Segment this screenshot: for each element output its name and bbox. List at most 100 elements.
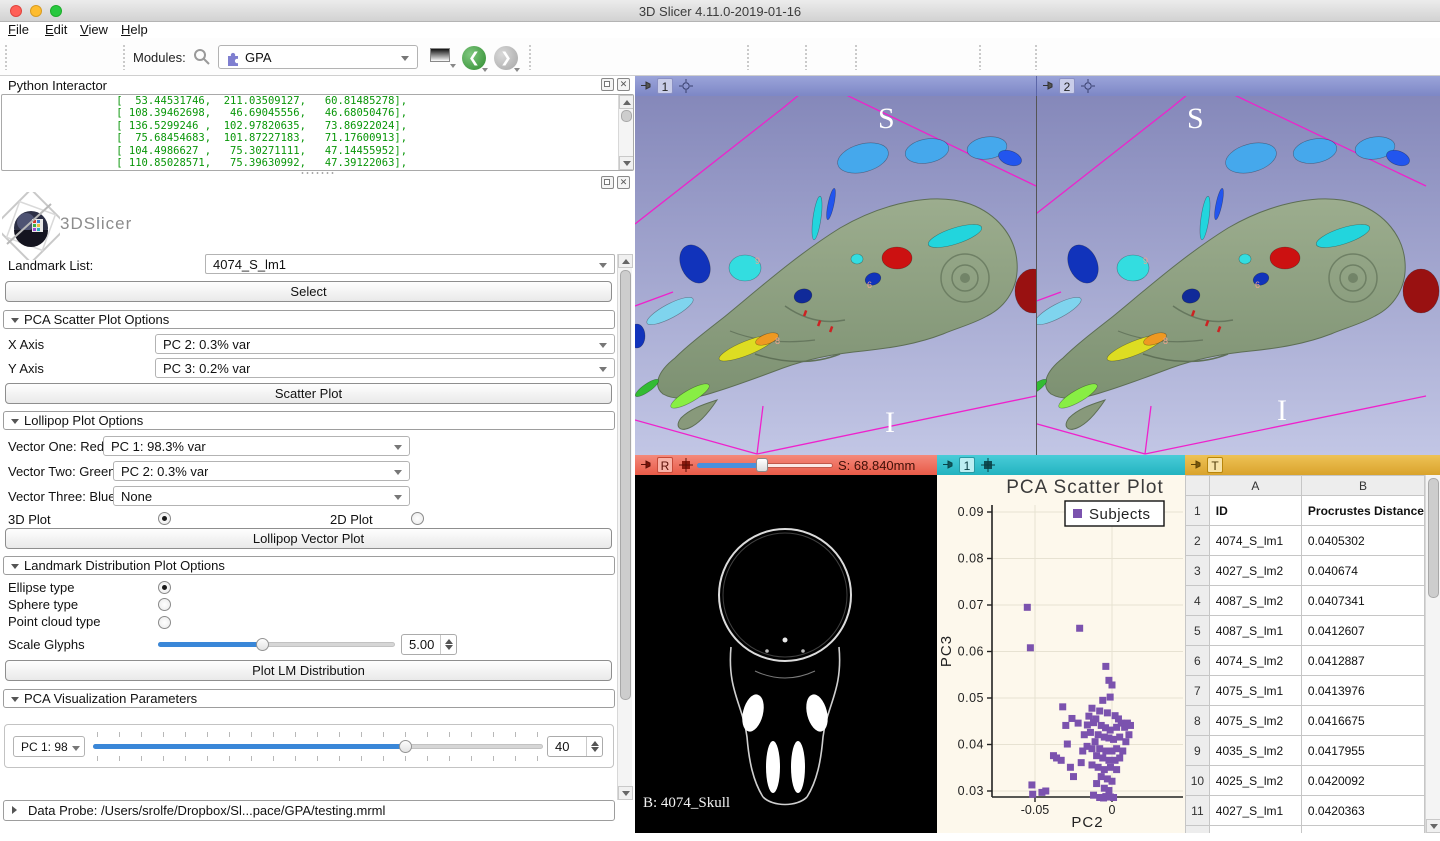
toolbar-drag-handle[interactable]: [122, 44, 126, 70]
y-axis-combobox[interactable]: PC 3: 0.2% var: [155, 358, 615, 378]
back-history-dropdown-arrow[interactable]: [482, 68, 488, 72]
sphere-type-radio[interactable]: [158, 598, 171, 611]
window-level-dropdown-arrow[interactable]: [450, 64, 456, 68]
menu-edit[interactable]: Edit: [45, 22, 67, 37]
pca-visualization-header[interactable]: PCA Visualization Parameters: [3, 689, 615, 708]
module-panel-scrollbar[interactable]: [617, 254, 632, 800]
scale-glyphs-slider-handle[interactable]: [256, 638, 269, 651]
table-cell[interactable]: 4087_S_lm1: [1209, 616, 1301, 646]
plot-view-tab[interactable]: 1: [959, 457, 975, 473]
module-panel-float-button[interactable]: [601, 176, 614, 189]
table-scrollbar[interactable]: [1425, 475, 1440, 833]
plot-2d-radio[interactable]: [411, 512, 424, 525]
plot-lm-distribution-button[interactable]: Plot LM Distribution: [5, 660, 612, 681]
table-cell[interactable]: 4027_S_lm1: [1209, 796, 1301, 826]
table-cell[interactable]: 4087_S_lm2: [1209, 586, 1301, 616]
pin-icon[interactable]: [1043, 81, 1055, 90]
slice-controller-icon[interactable]: [679, 458, 693, 472]
pin-icon[interactable]: [1191, 460, 1203, 469]
data-probe-header[interactable]: Data Probe: /Users/srolfe/Dropbox/Sl...p…: [3, 800, 615, 821]
plot-3d-radio[interactable]: [158, 512, 171, 525]
toolbar-drag-handle[interactable]: [978, 44, 982, 70]
plot-view[interactable]: 1 0.030.040.050.060.070.080.09-0.050PC2P…: [937, 455, 1185, 833]
plot-controller-icon[interactable]: [981, 458, 995, 472]
python-console-scrollbar[interactable]: [618, 95, 633, 170]
pca-scatter-options-header[interactable]: PCA Scatter Plot Options: [3, 310, 615, 329]
table-cell[interactable]: ID: [1209, 496, 1301, 526]
vector-two-combobox[interactable]: PC 2: 0.3% var: [113, 461, 410, 481]
x-axis-combobox[interactable]: PC 2: 0.3% var: [155, 334, 615, 354]
red-slice-canvas[interactable]: [635, 475, 937, 833]
view3d-1[interactable]: 1 968 S I: [635, 76, 1037, 455]
view-controller-icon[interactable]: [679, 79, 693, 93]
view3d-2-tab[interactable]: 2: [1059, 78, 1075, 94]
toolbar-drag-handle[interactable]: [4, 44, 8, 70]
pin-icon[interactable]: [641, 81, 653, 90]
pin-icon[interactable]: [943, 460, 955, 469]
lollipop-vector-plot-button[interactable]: Lollipop Vector Plot: [5, 528, 612, 549]
table-cell[interactable]: 0.0417955: [1301, 736, 1424, 766]
python-panel-close-button[interactable]: ✕: [617, 78, 630, 91]
table-cell[interactable]: 0.0413976: [1301, 676, 1424, 706]
slice-offset-handle[interactable]: [756, 458, 768, 472]
table-cell[interactable]: 0.040674: [1301, 556, 1424, 586]
toolbar-drag-handle[interactable]: [528, 44, 532, 70]
table-cell[interactable]: 4074_S_lm2: [1209, 646, 1301, 676]
table-cell[interactable]: 0.0421118: [1301, 826, 1424, 834]
pca-scatter-chart[interactable]: 0.030.040.050.060.070.080.09-0.050PC2PC3…: [937, 475, 1185, 833]
table-cell[interactable]: 4027_S_lm2: [1209, 556, 1301, 586]
select-button[interactable]: Select: [5, 281, 612, 302]
view3d-1-tab[interactable]: 1: [657, 78, 673, 94]
pc-selector-combobox[interactable]: PC 1: 98: [13, 736, 85, 757]
view3d-2[interactable]: 2 968 S I: [1037, 76, 1440, 455]
point-cloud-type-radio[interactable]: [158, 616, 171, 629]
pin-icon[interactable]: [641, 460, 653, 469]
undo-back-button[interactable]: ❮: [462, 46, 486, 70]
table-cell[interactable]: 0.0416675: [1301, 706, 1424, 736]
table-cell[interactable]: Procrustes Distance: [1301, 496, 1424, 526]
redo-forward-button[interactable]: ❯: [494, 46, 518, 70]
module-panel-close-button[interactable]: ✕: [617, 176, 630, 189]
table-cell[interactable]: 0.0412607: [1301, 616, 1424, 646]
ellipse-type-radio[interactable]: [158, 581, 171, 594]
table-cell[interactable]: 4025_S_lm2: [1209, 766, 1301, 796]
forward-history-dropdown-arrow[interactable]: [514, 68, 520, 72]
table-cell[interactable]: 4035_S_lm2: [1209, 736, 1301, 766]
table-cell[interactable]: 0.0412887: [1301, 646, 1424, 676]
menu-file[interactable]: File: [8, 22, 29, 37]
landmark-list-combobox[interactable]: 4074_S_lm1: [205, 254, 615, 274]
table-view[interactable]: T AB1IDProcrustes Distance24074_S_lm10.0…: [1185, 455, 1440, 833]
table-cell[interactable]: 4075_S_lm2: [1209, 706, 1301, 736]
table-cell[interactable]: 0.0405302: [1301, 526, 1424, 556]
table-cell[interactable]: 4149_S_lm2: [1209, 826, 1301, 834]
red-slice-tab[interactable]: R: [657, 457, 673, 473]
menu-help[interactable]: Help: [121, 22, 148, 37]
vector-one-combobox[interactable]: PC 1: 98.3% var: [103, 436, 410, 456]
module-selector-combobox[interactable]: GPA: [218, 45, 418, 69]
vector-three-combobox[interactable]: None: [113, 486, 410, 506]
pca-slider-handle[interactable]: [399, 740, 412, 753]
table-cell[interactable]: 4074_S_lm1: [1209, 526, 1301, 556]
red-slice-view[interactable]: R S: 68.840mm B: 4074_Skull: [635, 455, 937, 833]
view3d-1-canvas[interactable]: 968: [635, 96, 1037, 455]
scale-glyphs-spinbox[interactable]: 5.00: [401, 634, 457, 655]
panel-splitter-handle[interactable]: [300, 171, 334, 175]
table-cell[interactable]: 0.0420092: [1301, 766, 1424, 796]
toolbar-drag-handle[interactable]: [1034, 44, 1038, 70]
lollipop-options-header[interactable]: Lollipop Plot Options: [3, 411, 615, 430]
toolbar-drag-handle[interactable]: [804, 44, 808, 70]
table-cell[interactable]: 0.0407341: [1301, 586, 1424, 616]
lm-distribution-options-header[interactable]: Landmark Distribution Plot Options: [3, 556, 615, 575]
table-cell[interactable]: 0.0420363: [1301, 796, 1424, 826]
window-level-tool-button[interactable]: [430, 48, 450, 62]
table-view-tab[interactable]: T: [1207, 457, 1223, 473]
pca-spinbox[interactable]: 40: [547, 736, 603, 757]
python-console[interactable]: [ 53.44531746, 211.03509127, 60.81485278…: [1, 94, 634, 171]
table-cell[interactable]: 4075_S_lm1: [1209, 676, 1301, 706]
menu-view[interactable]: View: [80, 22, 108, 37]
view-controller-icon[interactable]: [1081, 79, 1095, 93]
toolbar-drag-handle[interactable]: [746, 44, 750, 70]
view3d-2-canvas[interactable]: 968: [1037, 96, 1440, 455]
scatter-plot-button[interactable]: Scatter Plot: [5, 383, 612, 404]
module-search-icon[interactable]: [193, 48, 211, 66]
